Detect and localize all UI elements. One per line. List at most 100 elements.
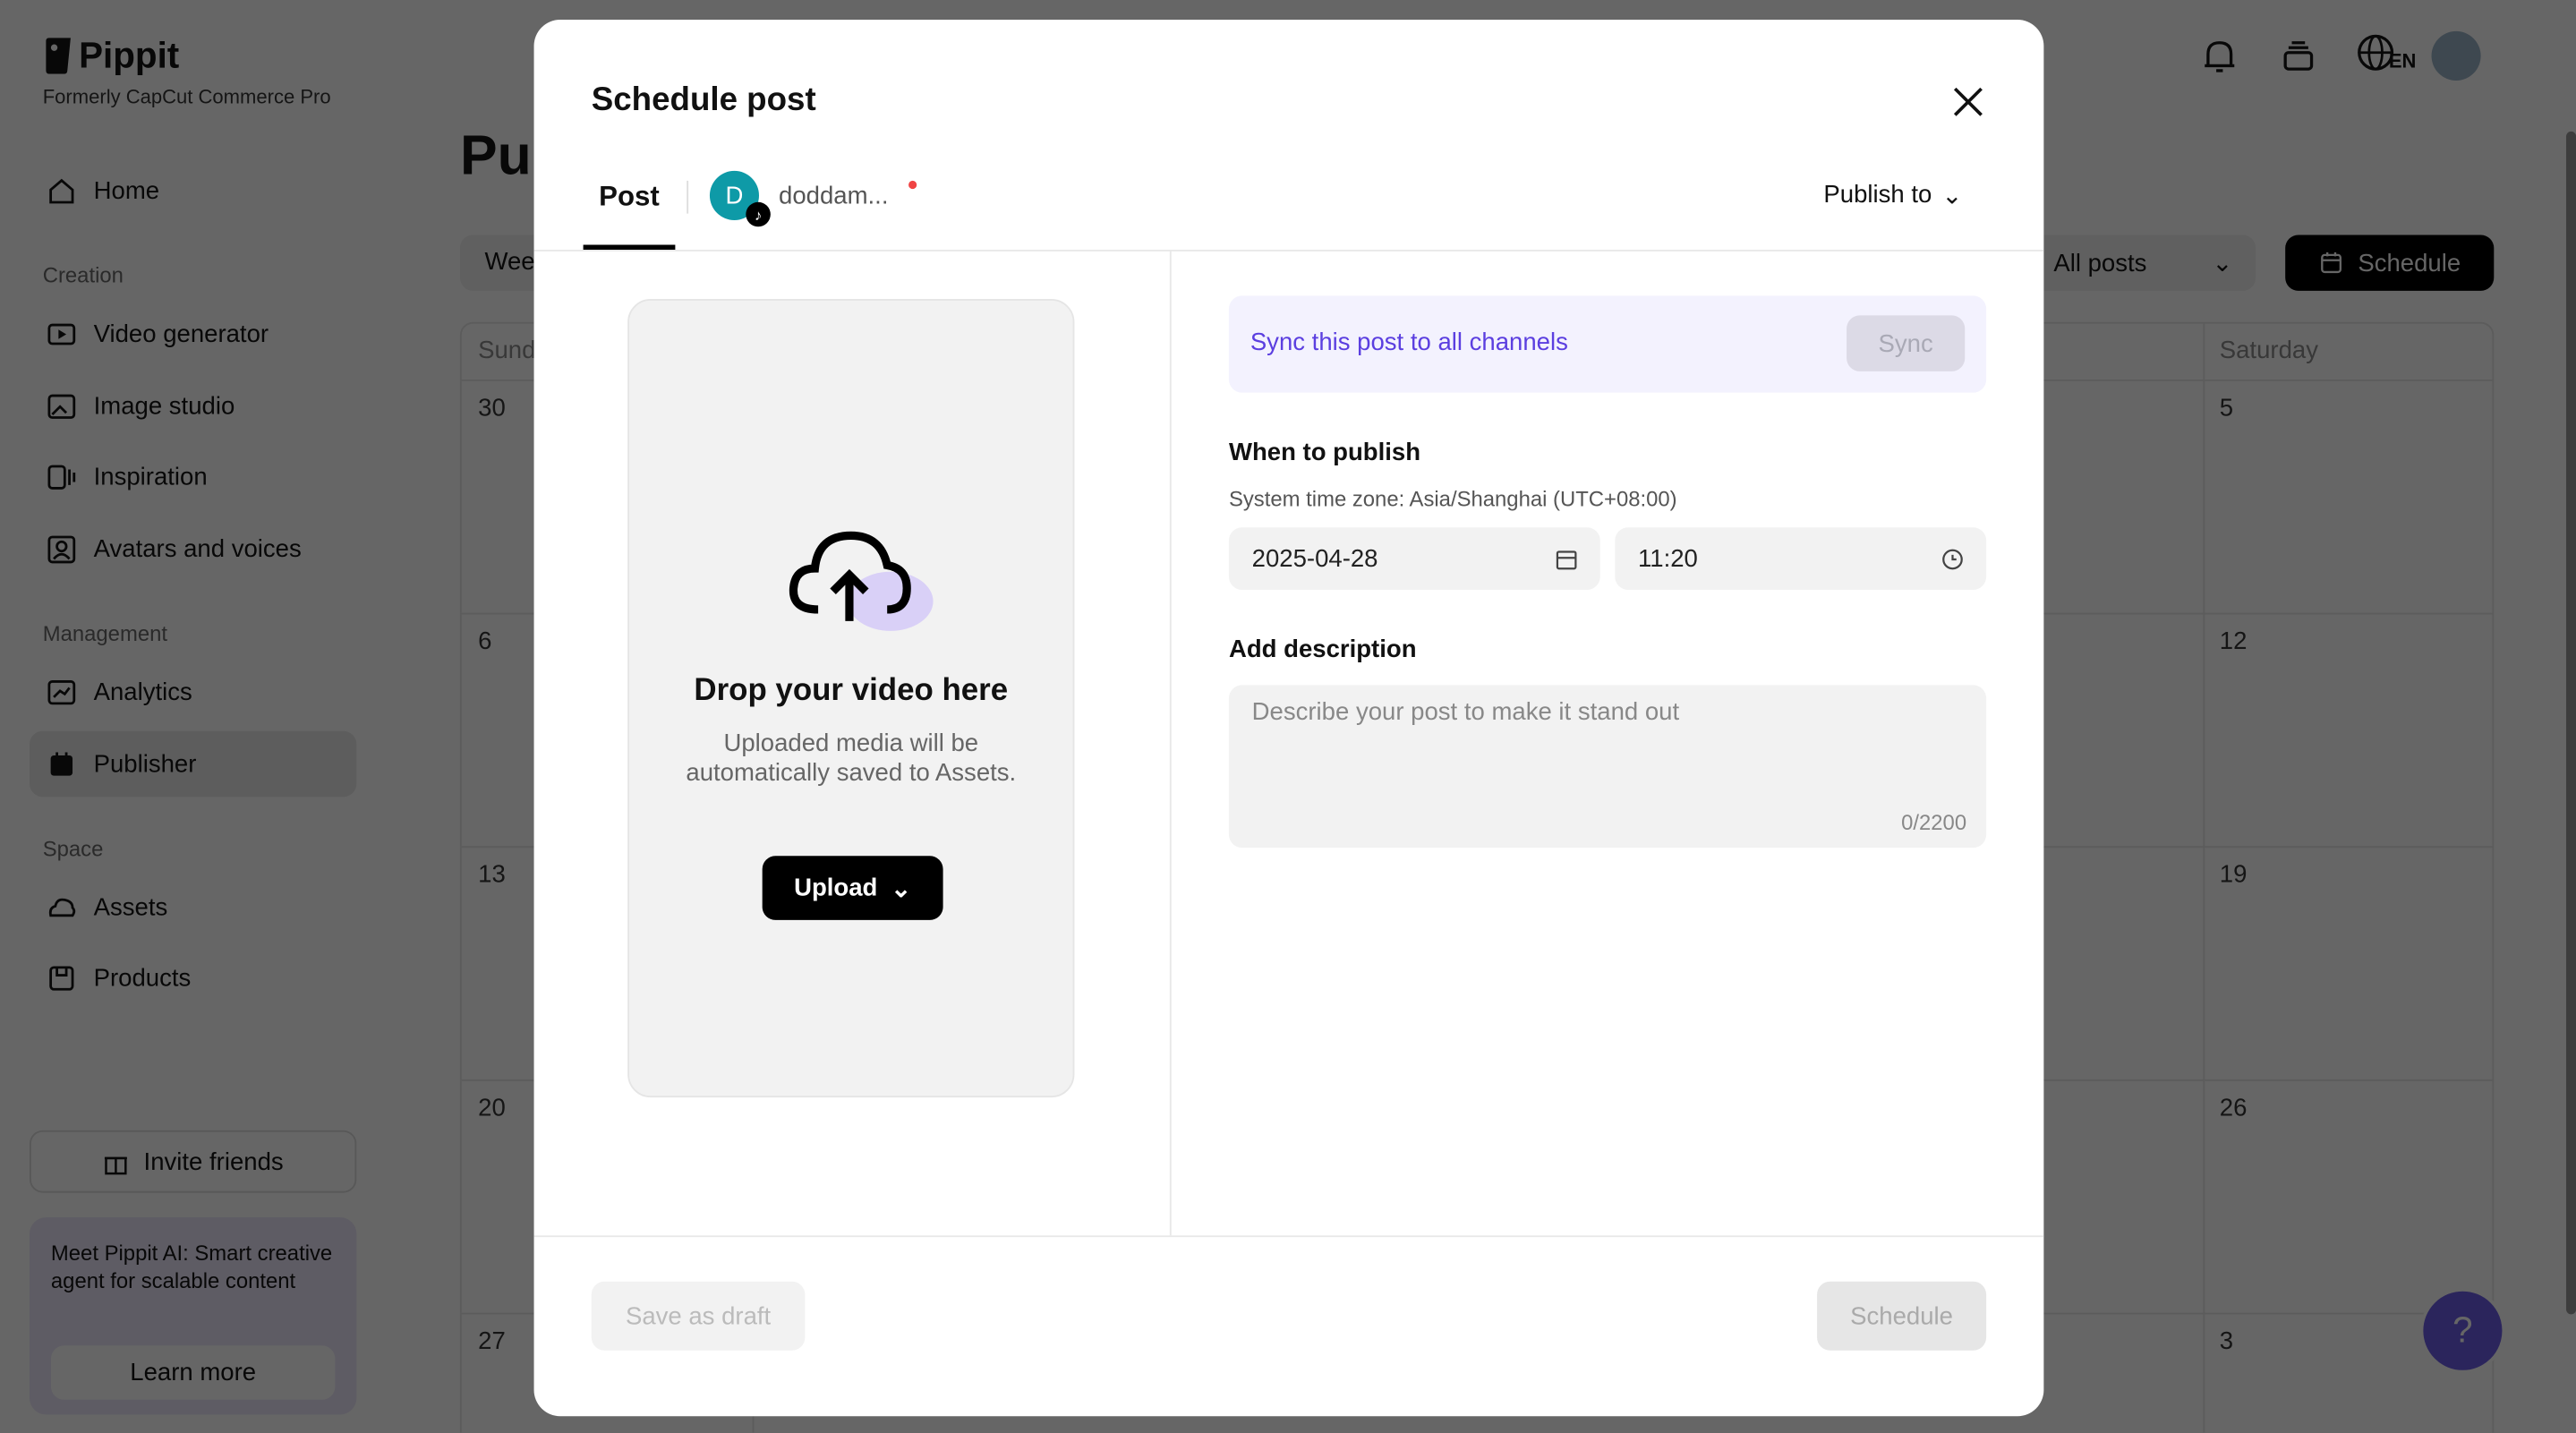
account-tab[interactable]: D ♪ doddam...: [710, 171, 889, 220]
timezone-text: System time zone: Asia/Shanghai (UTC+08:…: [1229, 486, 1677, 511]
product-icon: [46, 962, 77, 994]
chevron-down-icon: ⌄: [1941, 181, 1962, 210]
section-label-creation: Creation: [43, 263, 124, 288]
day-cell[interactable]: 5: [2220, 395, 2233, 422]
question-icon: ?: [2452, 1309, 2472, 1352]
account-avatar: D ♪: [710, 171, 759, 220]
save-draft-button[interactable]: Save as draft: [592, 1282, 806, 1351]
drop-subtitle-line: automatically saved to Assets.: [629, 759, 1073, 789]
upload-label: Upload: [794, 874, 877, 901]
invite-label: Invite friends: [144, 1147, 284, 1175]
sidebar-item-products[interactable]: Products: [30, 944, 356, 1010]
page-title: Pu: [460, 124, 532, 189]
sidebar-item-label: Publisher: [94, 750, 197, 778]
sidebar: Pippit Formerly CapCut Commerce Pro Home…: [0, 0, 395, 1433]
sidebar-item-assets[interactable]: Assets: [30, 874, 356, 939]
date-picker[interactable]: 2025-04-28: [1229, 527, 1600, 590]
sidebar-item-label: Home: [94, 176, 159, 204]
day-cell[interactable]: 27: [478, 1327, 506, 1355]
view-label: Wee: [484, 248, 534, 276]
tab-label: Post: [599, 181, 660, 212]
sidebar-item-video-generator[interactable]: Video generator: [30, 301, 356, 366]
language-selector[interactable]: EN: [2356, 33, 2416, 73]
time-value: 11:20: [1638, 544, 1698, 572]
notification-dot: [908, 181, 917, 189]
schedule-post-modal: Schedule post Post D ♪ doddam... Publish…: [534, 20, 2044, 1416]
header-saturday: Saturday: [2220, 337, 2318, 364]
image-studio-icon: [46, 390, 77, 422]
day-cell[interactable]: 12: [2220, 627, 2248, 655]
sync-text: Sync this post to all channels: [1250, 328, 1568, 356]
sidebar-item-publisher[interactable]: Publisher: [30, 731, 356, 797]
sidebar-item-avatars[interactable]: Avatars and voices: [30, 516, 356, 581]
video-drop-zone[interactable]: Drop your video here Uploaded media will…: [627, 299, 1074, 1097]
gift-icon: [103, 1147, 131, 1175]
date-value: 2025-04-28: [1252, 544, 1378, 572]
day-cell[interactable]: 20: [478, 1094, 506, 1122]
help-button[interactable]: ?: [2420, 1288, 2505, 1373]
sidebar-item-label: Analytics: [94, 678, 192, 705]
description-placeholder: Describe your post to make it stand out: [1252, 698, 1679, 726]
pippit-logo-icon: [45, 38, 73, 73]
day-cell[interactable]: 3: [2220, 1327, 2233, 1355]
close-icon[interactable]: [1953, 87, 1983, 116]
stack-icon[interactable]: [2279, 36, 2318, 75]
day-cell[interactable]: 6: [478, 627, 491, 655]
learn-more-button[interactable]: Learn more: [51, 1345, 336, 1400]
sidebar-item-label: Assets: [94, 893, 168, 921]
analytics-icon: [46, 676, 77, 707]
sidebar-item-label: Inspiration: [94, 463, 208, 490]
sidebar-item-label: Avatars and voices: [94, 534, 302, 562]
sidebar-item-inspiration[interactable]: Inspiration: [30, 444, 356, 509]
description-label: Add description: [1229, 635, 1417, 663]
sidebar-item-image-studio[interactable]: Image studio: [30, 373, 356, 439]
schedule-button[interactable]: Schedule: [1817, 1282, 1986, 1351]
schedule-page-button[interactable]: Schedule: [2285, 235, 2494, 290]
modal-title: Schedule post: [592, 82, 816, 120]
day-cell[interactable]: 30: [478, 395, 506, 422]
sidebar-item-label: Products: [94, 964, 192, 992]
chevron-down-icon: ⌄: [2212, 248, 2232, 277]
language-label: EN: [2389, 49, 2417, 73]
header-sunday: Sund: [478, 337, 535, 364]
bell-icon[interactable]: [2200, 36, 2239, 75]
avatar-icon: [46, 533, 77, 565]
account-name: doddam...: [779, 182, 888, 209]
section-label-management: Management: [43, 621, 167, 646]
character-counter: 0/2200: [1901, 810, 1966, 835]
day-cell[interactable]: 19: [2220, 861, 2248, 889]
chevron-down-icon: ⌄: [891, 874, 911, 903]
promo-card: Meet Pippit AI: Smart creative agent for…: [30, 1217, 356, 1414]
promo-text: Meet Pippit AI: Smart creative agent for…: [51, 1239, 338, 1294]
sidebar-item-home[interactable]: Home: [30, 158, 356, 223]
day-cell[interactable]: 13: [478, 861, 506, 889]
invite-friends-button[interactable]: Invite friends: [30, 1130, 356, 1193]
home-icon: [46, 175, 77, 206]
tab-divider: [687, 181, 688, 214]
sidebar-item-label: Image studio: [94, 392, 235, 420]
brand-name: Pippit: [79, 35, 179, 78]
tiktok-icon: ♪: [746, 202, 771, 227]
publish-to-dropdown[interactable]: Publish to ⌄: [1823, 181, 1962, 210]
upload-button[interactable]: Upload ⌄: [763, 856, 943, 920]
calendar-icon: [1556, 548, 1577, 569]
when-to-publish-label: When to publish: [1229, 439, 1420, 466]
user-avatar[interactable]: [2432, 31, 2481, 81]
schedule-label: Schedule: [2358, 249, 2461, 277]
publish-to-label: Publish to: [1823, 181, 1932, 210]
video-generator-icon: [46, 318, 77, 349]
description-textarea[interactable]: Describe your post to make it stand out …: [1229, 685, 1986, 848]
drop-subtitle-line: Uploaded media will be: [629, 729, 1073, 759]
day-cell[interactable]: 26: [2220, 1094, 2248, 1122]
sync-button[interactable]: Sync: [1847, 315, 1965, 371]
section-label-space: Space: [43, 836, 104, 861]
page-scrollbar[interactable]: [2566, 132, 2576, 1315]
sidebar-item-label: Video generator: [94, 320, 269, 347]
avatar-initial: D: [726, 182, 744, 209]
calendar-icon: [2318, 250, 2344, 276]
time-picker[interactable]: 11:20: [1615, 527, 1986, 590]
logo[interactable]: Pippit: [45, 35, 180, 78]
sidebar-item-analytics[interactable]: Analytics: [30, 659, 356, 724]
post-filter-dropdown[interactable]: All posts⌄: [2031, 235, 2256, 290]
tab-post[interactable]: Post: [584, 177, 676, 250]
